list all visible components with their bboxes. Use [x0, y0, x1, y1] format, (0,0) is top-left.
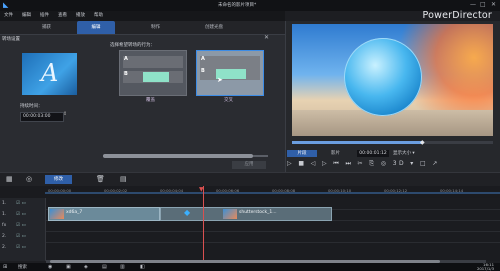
- tab-movie[interactable]: 影片: [331, 150, 340, 156]
- ruler-tick-label: 00;00;02;02: [104, 188, 128, 193]
- maximize-button[interactable]: □: [480, 1, 486, 8]
- taskbar-app-icon[interactable]: ▣: [66, 264, 71, 270]
- label-a: A: [201, 56, 205, 62]
- ruler-tick-label: 00;00;10;10: [328, 188, 352, 193]
- track-lock-icon[interactable]: ☑ ▭: [16, 212, 26, 217]
- behavior-label: 选择希望转场的行为：: [110, 43, 155, 48]
- transition-thumbnail: A: [22, 53, 77, 95]
- apply-button[interactable]: 应用: [232, 161, 266, 169]
- taskbar-app-icon[interactable]: ◈: [84, 264, 88, 270]
- taskbar-clock[interactable]: 16:11 2017/1/3: [477, 263, 494, 271]
- ruler-tick-label: 00;00;12;12: [384, 188, 408, 193]
- ruler-tick-label: 00;00;04;04: [160, 188, 184, 193]
- track-lock-icon[interactable]: ☑ ▭: [16, 201, 26, 206]
- ruler-tick-label: 00;00;00;00: [48, 188, 72, 193]
- preview-progress-knob[interactable]: ◆: [420, 139, 425, 146]
- taskbar-app-icon[interactable]: ◧: [140, 264, 145, 270]
- track-b-bar: [123, 71, 183, 83]
- menu-file[interactable]: 文件: [4, 12, 13, 18]
- option-cross-caption: 交叉: [224, 98, 233, 103]
- playhead-line[interactable]: [203, 186, 204, 261]
- tab-produce[interactable]: 制作: [151, 24, 160, 30]
- track-lock-icon[interactable]: ☑ ▭: [16, 223, 26, 228]
- panel-title: 转场设置: [2, 37, 20, 42]
- more-icon[interactable]: ▤: [120, 175, 127, 183]
- duration-stepper-icon[interactable]: ⇕: [63, 111, 67, 117]
- tab-create-disc[interactable]: 创建光盘: [205, 24, 223, 30]
- timecode-display[interactable]: 00:00:01:12: [357, 150, 389, 157]
- menu-bar: 文件 编辑 插件 查看 播放 帮助: [0, 11, 285, 21]
- display-size-select[interactable]: 显示大小 ▾: [393, 150, 415, 156]
- clip-thumbnail: [223, 209, 237, 219]
- ruler-tick-label: 00;00;14;14: [440, 188, 464, 193]
- start-button[interactable]: ⊞: [3, 264, 7, 270]
- option-cross[interactable]: A B ➤: [196, 50, 264, 96]
- track-audio-1[interactable]: 1.: [2, 212, 6, 217]
- thumbnail-letter: A: [41, 59, 59, 87]
- duration-label: 持续时间：: [20, 104, 43, 109]
- timeline-toolbar: [0, 172, 500, 187]
- delete-icon[interactable]: 🗑: [96, 175, 105, 183]
- track-lock-icon[interactable]: ☑ ▭: [16, 234, 26, 239]
- ruler-tick-label: 00;00;08;08: [272, 188, 296, 193]
- option-overlap[interactable]: A B: [119, 50, 187, 96]
- app-logo-icon: ◣: [3, 1, 9, 9]
- track-divider: [46, 242, 500, 243]
- taskbar-app-icon[interactable]: ▤: [102, 264, 107, 270]
- modify-button[interactable]: 修改: [45, 175, 72, 184]
- label-b: B: [124, 71, 128, 77]
- track-divider: [46, 231, 500, 232]
- bubble-transition: [344, 38, 422, 116]
- panel-close-icon[interactable]: ✕: [264, 34, 269, 41]
- menu-play[interactable]: 播放: [76, 12, 85, 18]
- menu-help[interactable]: 帮助: [94, 12, 103, 18]
- preview-image: [292, 24, 493, 136]
- track-lock-icon[interactable]: ☑ ▭: [16, 245, 26, 250]
- clip-thumbnail: [50, 209, 64, 219]
- mode-tabs: 捕获 编辑 制作 创建光盘: [0, 21, 285, 34]
- playhead-marker[interactable]: ▼: [199, 186, 204, 193]
- grid-icon[interactable]: ▦: [6, 175, 13, 183]
- track-video-1[interactable]: 1.: [2, 201, 6, 206]
- panel-scrollbar-thumb[interactable]: [103, 154, 253, 158]
- track-video-2[interactable]: 2.: [2, 234, 6, 239]
- taskbar-app-icon[interactable]: ◉: [48, 264, 52, 270]
- minimize-button[interactable]: —: [470, 1, 476, 8]
- track-a-bar: [123, 56, 183, 68]
- target-icon[interactable]: ◎: [26, 175, 32, 183]
- tab-clip[interactable]: 片段: [287, 150, 317, 157]
- track-b-bar: [200, 68, 260, 80]
- taskbar: [0, 263, 500, 271]
- track-a-bar: [200, 56, 260, 68]
- tab-capture[interactable]: 捕获: [42, 24, 51, 30]
- clock-date: 2017/1/3: [476, 266, 494, 271]
- close-button[interactable]: ✕: [491, 1, 496, 8]
- menu-plugins[interactable]: 插件: [40, 12, 49, 18]
- cursor-icon: ➤: [217, 76, 223, 84]
- track-fx[interactable]: fx: [2, 223, 6, 228]
- taskbar-search[interactable]: 搜索: [18, 264, 27, 270]
- menu-view[interactable]: 查看: [58, 12, 67, 18]
- video-clip-1[interactable]: xd6a_7: [48, 207, 160, 221]
- playback-controls[interactable]: ▷ ■ ◁ ▷ ⏮ ⏭ ✂ ⎘ ◎ 3D ▾ □ ↗: [287, 160, 440, 168]
- label-a: A: [124, 56, 128, 62]
- duration-field[interactable]: 00:00:03:00: [20, 112, 64, 122]
- ruler-tick-label: 00;00;06;06: [216, 188, 240, 193]
- transition-icon[interactable]: ◆: [184, 208, 190, 217]
- menu-edit[interactable]: 编辑: [22, 12, 31, 18]
- option-overlap-caption: 覆盖: [146, 98, 155, 103]
- window-title: 未命名的影片项目*: [218, 3, 257, 8]
- clip-label: xd6a_7: [66, 210, 83, 215]
- track-headers: [0, 198, 46, 261]
- preview-progress-fill: [292, 141, 422, 144]
- tab-edit[interactable]: 编辑: [77, 21, 115, 34]
- track-audio-2[interactable]: 2.: [2, 245, 6, 250]
- label-b: B: [201, 68, 205, 74]
- brand-name: PowerDirector: [422, 10, 492, 21]
- taskbar-app-icon[interactable]: ▥: [120, 264, 125, 270]
- clip-label: shutterstock_1...: [239, 210, 277, 215]
